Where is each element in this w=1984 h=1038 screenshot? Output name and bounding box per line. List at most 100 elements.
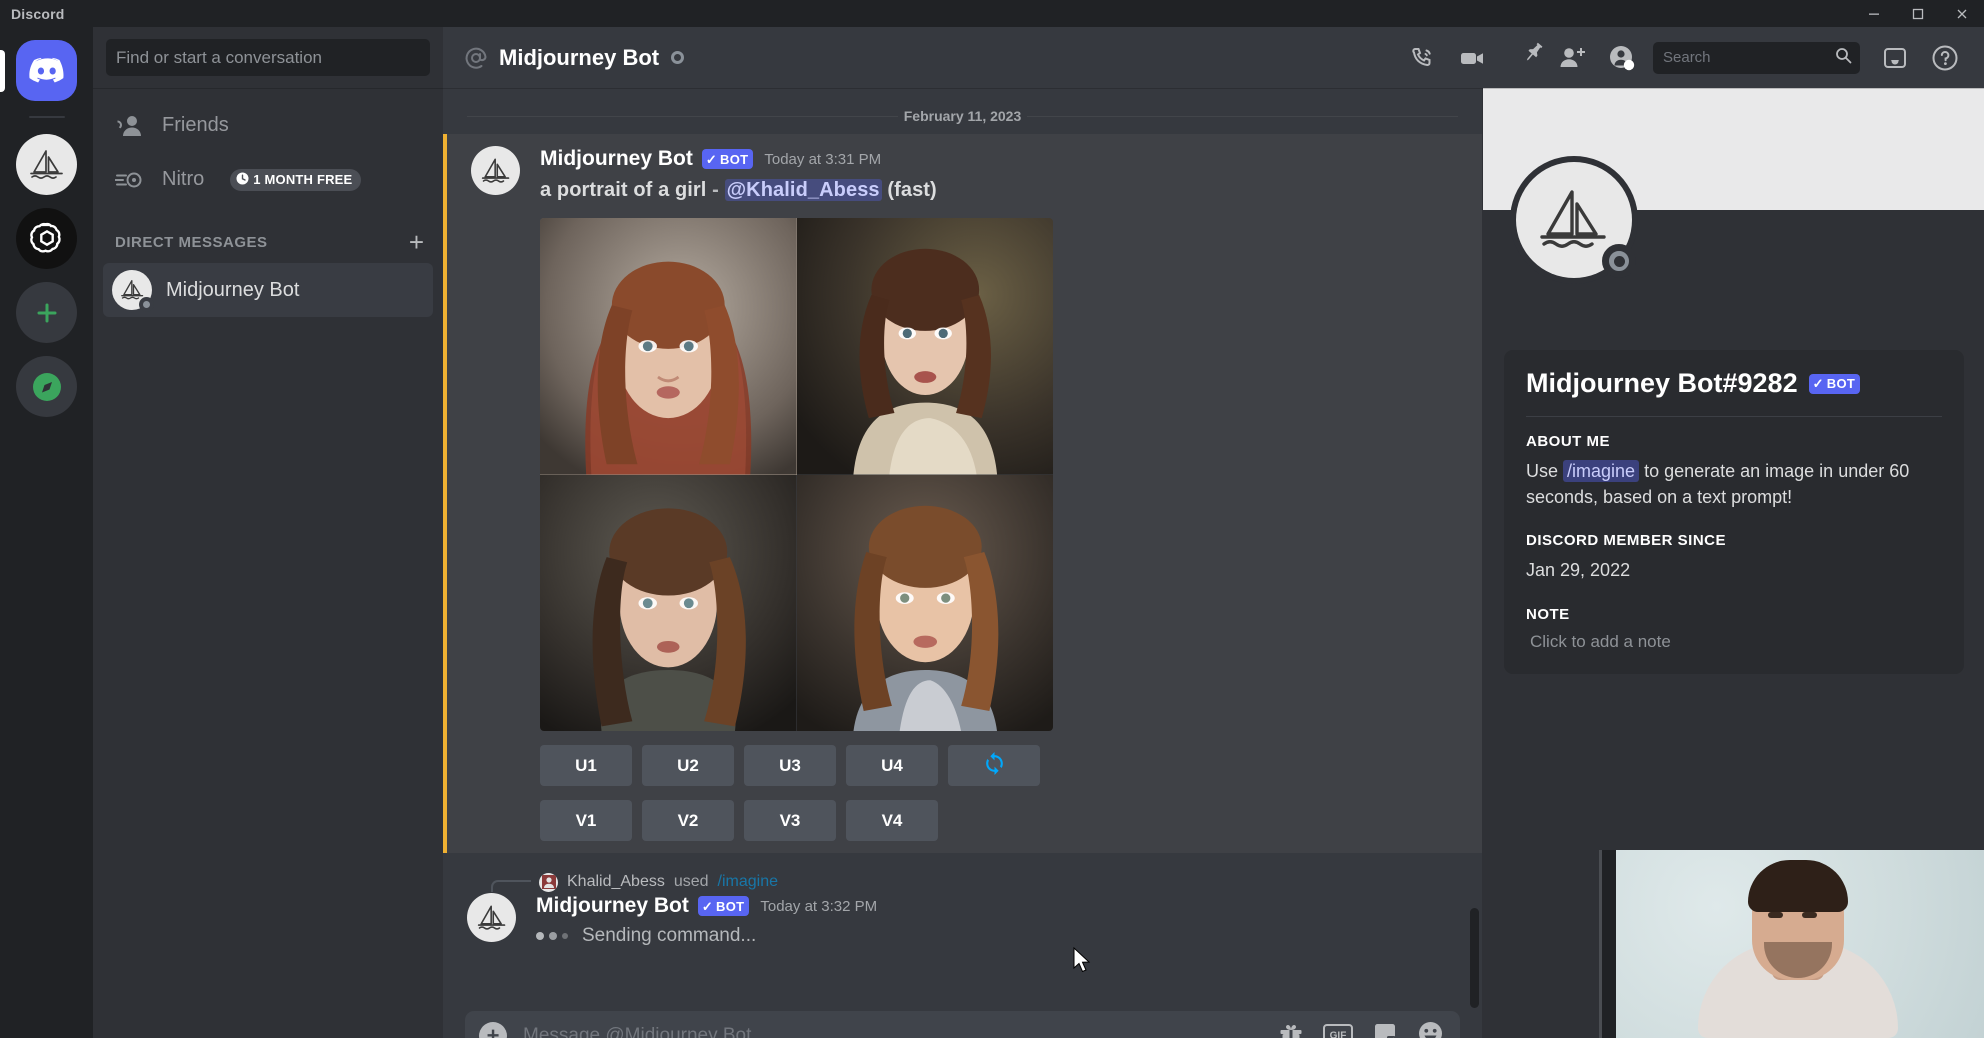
verified-check-icon: ✓: [1813, 377, 1824, 390]
avatar[interactable]: [471, 146, 520, 195]
maximize-icon[interactable]: [1896, 0, 1940, 27]
upscale-button-row: U1 U2 U3 U4: [540, 745, 1460, 786]
variation-button-v3[interactable]: V3: [744, 800, 836, 841]
at-icon: [463, 45, 489, 71]
variation-button-v1[interactable]: V1: [540, 800, 632, 841]
dm-sidebar: Find or start a conversation Friends: [93, 27, 443, 1038]
generated-image-3[interactable]: [540, 475, 797, 732]
message-input[interactable]: Message @Midjourney Bot: [523, 1025, 1262, 1038]
video-camera-icon[interactable]: [1447, 36, 1497, 80]
variation-button-v4[interactable]: V4: [846, 800, 938, 841]
upscale-button-u1[interactable]: U1: [540, 745, 632, 786]
direct-messages-header: DIRECT MESSAGES +: [93, 207, 443, 262]
bot-badge: ✓ BOT: [698, 896, 750, 916]
sidebar-item-nitro[interactable]: Nitro 1 MONTH FREE: [103, 153, 433, 206]
pin-icon[interactable]: [1497, 36, 1547, 80]
imagine-command-chip[interactable]: /imagine: [1563, 460, 1639, 482]
prompt-text: a portrait of a girl: [540, 179, 706, 201]
avatar[interactable]: [467, 893, 516, 942]
find-conversation-placeholder: Find or start a conversation: [116, 48, 322, 68]
add-person-icon[interactable]: [1547, 36, 1597, 80]
server-icon-add[interactable]: [16, 282, 77, 343]
message-list[interactable]: February 11, 2023 Midjourney Bot ✓: [443, 88, 1482, 1038]
help-icon[interactable]: [1920, 36, 1970, 80]
member-since-value: Jan 29, 2022: [1526, 558, 1942, 584]
message-input-bar[interactable]: + Message @Midjourney Bot GIF: [465, 1011, 1460, 1038]
upscale-button-u2[interactable]: U2: [642, 745, 734, 786]
sidebar-item-friends[interactable]: Friends: [103, 99, 433, 152]
profile-card: Midjourney Bot#9282 ✓ BOT ABOUT ME Use /…: [1504, 350, 1964, 674]
search-placeholder: Search: [1663, 49, 1835, 66]
app-title: Discord: [0, 6, 65, 22]
server-rail: [0, 27, 93, 1038]
close-icon[interactable]: [1940, 0, 1984, 27]
gift-icon[interactable]: [1278, 1021, 1304, 1038]
webcam-overlay: [1599, 850, 1984, 1038]
note-input[interactable]: Click to add a note: [1526, 632, 1942, 652]
generated-image-1[interactable]: [540, 218, 797, 475]
sidebar-item-nitro-label: Nitro: [162, 168, 204, 191]
prompt-dash: -: [712, 179, 719, 201]
chat-scrollbar[interactable]: [1470, 908, 1479, 1008]
message-author[interactable]: Midjourney Bot: [540, 147, 693, 171]
mention-khalid-abess[interactable]: @Khalid_Abess: [725, 179, 882, 201]
verified-check-icon: ✓: [706, 153, 717, 166]
generated-image-grid[interactable]: [540, 218, 1053, 731]
attach-file-icon[interactable]: +: [479, 1022, 507, 1038]
command-user-name[interactable]: Khalid_Abess: [567, 873, 665, 891]
member-since-title: DISCORD MEMBER SINCE: [1526, 532, 1942, 549]
reply-spine: [491, 880, 531, 892]
server-icon-home[interactable]: [16, 40, 77, 101]
title-bar: Discord: [0, 0, 1984, 27]
gif-icon[interactable]: GIF: [1323, 1023, 1353, 1038]
sticker-icon[interactable]: [1372, 1021, 1398, 1038]
friends-icon: [114, 114, 145, 138]
prompt-mode: (fast): [887, 179, 937, 201]
server-icon-openai[interactable]: [16, 208, 77, 269]
create-dm-plus-icon[interactable]: +: [409, 229, 424, 255]
avatar: [112, 270, 152, 310]
status-badge: [139, 297, 154, 312]
about-me-body: Use /imagine to generate an image in und…: [1526, 459, 1942, 510]
direct-messages-title: DIRECT MESSAGES: [115, 234, 268, 251]
person-circle-icon[interactable]: [1597, 36, 1647, 80]
about-prefix: Use: [1526, 461, 1563, 481]
dm-list-item-midjourney-bot[interactable]: Midjourney Bot: [103, 263, 433, 317]
user-avatar-icon: [539, 873, 558, 892]
message-timestamp: Today at 3:32 PM: [760, 898, 877, 915]
channel-header: Midjourney Bot: [443, 27, 1984, 88]
phone-call-icon[interactable]: [1397, 36, 1447, 80]
find-conversation-input[interactable]: Find or start a conversation: [106, 39, 430, 76]
date-divider-label: February 11, 2023: [898, 108, 1028, 124]
server-icon-midjourney[interactable]: [16, 134, 77, 195]
message-prompt-line: a portrait of a girl - @Khalid_Abess (fa…: [540, 179, 1460, 202]
clock-icon: [236, 172, 249, 188]
reroll-button[interactable]: [948, 745, 1040, 786]
variation-button-v2[interactable]: V2: [642, 800, 734, 841]
inbox-icon[interactable]: [1870, 36, 1920, 80]
profile-discriminator: #9282: [1723, 368, 1798, 398]
generated-image-4[interactable]: [797, 475, 1054, 732]
webcam-person: [1698, 862, 1898, 1038]
search-input[interactable]: Search: [1653, 42, 1860, 74]
profile-divider: [1526, 416, 1942, 417]
rail-separator: [29, 116, 65, 118]
message-author[interactable]: Midjourney Bot: [536, 894, 689, 918]
bot-badge-label: BOT: [716, 900, 744, 913]
emoji-icon[interactable]: [1417, 1020, 1444, 1038]
channel-status-badge: [671, 51, 684, 64]
page-title: Midjourney Bot: [499, 45, 659, 71]
note-title: NOTE: [1526, 606, 1942, 623]
command-name[interactable]: /imagine: [718, 873, 778, 891]
sidebar-divider: [93, 88, 443, 89]
upscale-button-u3[interactable]: U3: [744, 745, 836, 786]
verified-check-icon: ✓: [702, 900, 713, 913]
dm-list-item-label: Midjourney Bot: [166, 279, 299, 302]
minimize-icon[interactable]: [1852, 0, 1896, 27]
reroll-icon: [982, 751, 1007, 781]
about-me-title: ABOUT ME: [1526, 433, 1942, 450]
profile-username: Midjourney Bot: [1526, 368, 1723, 398]
generated-image-2[interactable]: [797, 218, 1054, 475]
server-icon-explore[interactable]: [16, 356, 77, 417]
upscale-button-u4[interactable]: U4: [846, 745, 938, 786]
